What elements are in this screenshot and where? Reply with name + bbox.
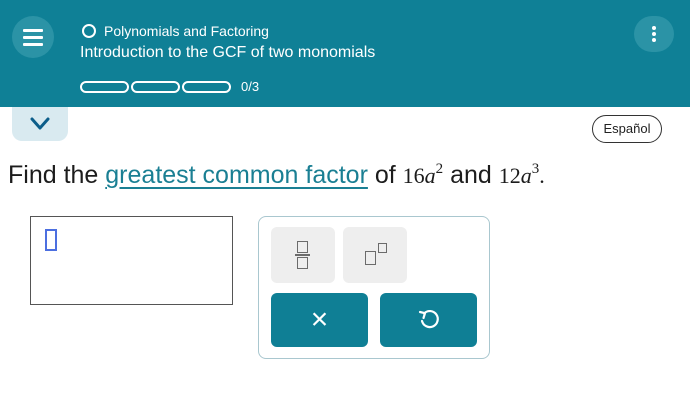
undo-icon bbox=[418, 309, 439, 329]
math-keypad: × bbox=[258, 216, 490, 359]
kebab-icon[interactable] bbox=[634, 16, 674, 52]
hamburger-icon[interactable] bbox=[12, 16, 54, 58]
question-prompt: Find the greatest common factor of 16a2 … bbox=[8, 150, 545, 195]
progress-indicator: 0/3 bbox=[80, 80, 259, 94]
exponent-button[interactable] bbox=[343, 227, 407, 283]
gcf-definition-link[interactable]: greatest common factor bbox=[105, 161, 368, 189]
progress-segment bbox=[131, 81, 180, 93]
question-middle: of bbox=[367, 161, 403, 189]
progress-segment bbox=[182, 81, 231, 93]
clear-icon: × bbox=[310, 303, 329, 336]
header-bar: Polynomials and Factoring Introduction t… bbox=[0, 0, 690, 107]
monomial-2: 12a3. bbox=[498, 161, 545, 188]
answer-input[interactable] bbox=[30, 216, 233, 305]
topic-row: Polynomials and Factoring bbox=[82, 22, 269, 40]
clear-button[interactable]: × bbox=[271, 293, 368, 347]
progress-segment bbox=[80, 81, 129, 93]
lesson-title: Introduction to the GCF of two monomials bbox=[80, 44, 376, 61]
progress-text: 0/3 bbox=[241, 79, 260, 94]
undo-button[interactable] bbox=[380, 293, 477, 347]
fraction-button[interactable] bbox=[271, 227, 335, 283]
input-placeholder-box bbox=[45, 229, 57, 251]
topic-title: Polynomials and Factoring bbox=[104, 23, 269, 39]
topic-status-circle-icon bbox=[82, 24, 96, 38]
language-button[interactable]: Español bbox=[592, 115, 662, 143]
chevron-down-icon bbox=[30, 117, 50, 130]
collapse-header-button[interactable] bbox=[12, 107, 68, 141]
monomial-1: 16a2 bbox=[402, 161, 444, 188]
question-prefix: Find the bbox=[8, 161, 106, 189]
question-conjunction: and bbox=[443, 161, 499, 189]
